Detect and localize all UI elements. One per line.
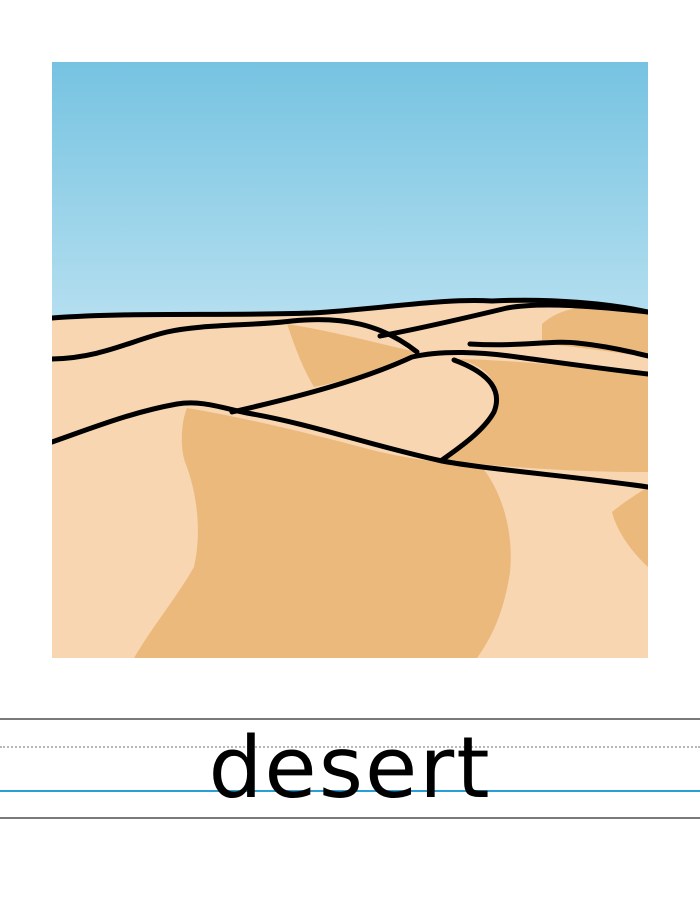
vocabulary-word: desert	[208, 719, 492, 818]
handwriting-guide: desert	[0, 718, 700, 820]
sky	[52, 62, 648, 322]
desert-dunes-illustration	[52, 62, 648, 658]
